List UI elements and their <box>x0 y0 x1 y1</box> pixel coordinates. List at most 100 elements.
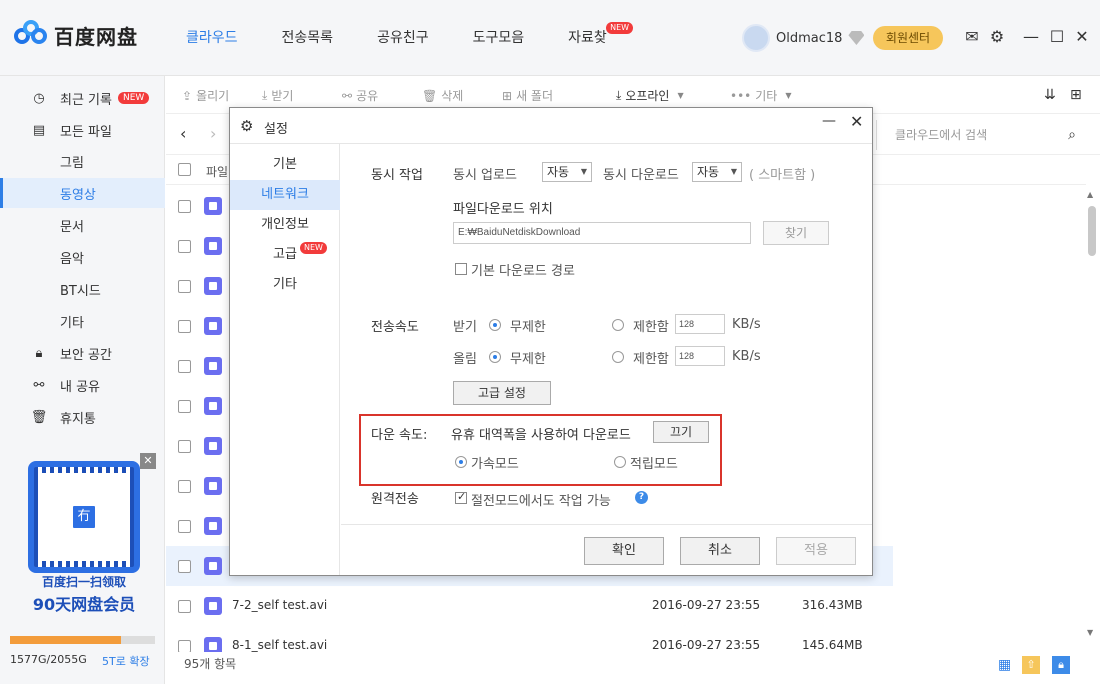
maximize-icon[interactable]: ☐ <box>1047 27 1067 46</box>
mail-icon[interactable]: ✉ <box>962 27 982 46</box>
upload-unlimited-radio[interactable] <box>489 351 501 363</box>
search-icon[interactable]: ⌕ <box>1068 120 1076 150</box>
row-checkbox[interactable] <box>178 600 191 613</box>
member-center-button[interactable]: 회원센터 <box>873 26 943 50</box>
more-button[interactable]: ••• 기타 ▼ <box>730 87 791 104</box>
apply-button[interactable]: 적용 <box>776 537 856 565</box>
video-file-icon <box>204 237 222 255</box>
row-checkbox[interactable] <box>178 640 191 652</box>
username[interactable]: Oldmac18 <box>776 31 842 46</box>
file-size: 145.64MB <box>802 638 863 652</box>
upload-button[interactable]: ⇪ 올리기 <box>182 87 229 104</box>
more-dots-icon: ••• <box>730 88 752 103</box>
table-row[interactable]: 8-1_self test.avi 2016-09-27 23:55 145.6… <box>166 626 893 652</box>
close-icon[interactable]: ✕ <box>1072 27 1092 46</box>
close-icon[interactable]: ✕ <box>850 112 863 131</box>
file-name[interactable]: 7-2_self test.avi <box>232 598 327 612</box>
sidebar-item-music[interactable]: 음악 <box>0 242 165 272</box>
select-all-checkbox[interactable] <box>178 163 191 176</box>
delete-button[interactable]: 🗑︎ 삭제 <box>422 87 463 104</box>
minimize-icon[interactable]: — <box>822 113 836 129</box>
download-path-label: 파일다운로드 위치 <box>453 202 553 217</box>
sidebar-item-all-files[interactable]: ▤ 모든 파일 <box>0 115 165 145</box>
file-name[interactable]: 8-1_self test.avi <box>232 638 327 652</box>
default-path-checkbox[interactable] <box>455 263 467 275</box>
ok-button[interactable]: 확인 <box>584 537 664 565</box>
scroll-thumb[interactable] <box>1088 206 1096 256</box>
new-badge: NEW <box>606 22 634 34</box>
top-bar: 百度网盘 클라우드 전송목록 공유친구 도구모음 자료찾 NEW Oldmac18… <box>0 0 1100 76</box>
apps-grid-icon[interactable]: ▦ <box>998 657 1011 673</box>
tab-transfers[interactable]: 전송목록 <box>282 27 334 47</box>
tab-tools[interactable]: 도구모음 <box>473 27 525 47</box>
concurrent-upload-select[interactable]: 자동 ▼ <box>542 162 592 182</box>
help-icon[interactable]: ? <box>635 491 648 504</box>
upload-limited-radio[interactable] <box>612 351 624 363</box>
default-path-label: 기본 다운로드 경로 <box>471 264 575 279</box>
receive-limited-radio[interactable] <box>612 319 624 331</box>
sidebar-item-bt-seeds[interactable]: BT시드 <box>0 274 165 304</box>
minimize-icon[interactable]: — <box>1021 27 1041 46</box>
tab-cloud[interactable]: 클라우드 <box>186 27 238 47</box>
receive-unlimited-radio[interactable] <box>489 319 501 331</box>
receive-unit: KB/s <box>732 317 761 332</box>
table-row[interactable]: 7-2_self test.avi 2016-09-27 23:55 316.4… <box>166 586 893 626</box>
settings-tab-other[interactable]: 기타 <box>230 270 340 300</box>
sidebar-item-recent[interactable]: ◷ 최근 기록 NEW <box>0 83 165 113</box>
advanced-settings-button[interactable]: 고급 설정 <box>453 381 551 405</box>
new-badge: NEW <box>117 92 150 104</box>
receive-limit-input[interactable]: 128 <box>675 314 725 334</box>
offline-label: 오프라인 <box>625 89 670 103</box>
upload-unit: KB/s <box>732 349 761 364</box>
sidebar-item-trash[interactable]: 🗑︎ 휴지통 <box>0 402 165 432</box>
sidebar-item-my-shares[interactable]: ⚯ 내 공유 <box>0 370 165 400</box>
tab-share-friends[interactable]: 공유친구 <box>377 27 429 47</box>
scroll-down-icon[interactable]: ▼ <box>1087 628 1093 637</box>
promo-qr-banner[interactable]: 冇 ✕ 百度扫一扫领取 90天网盘会员 <box>14 453 156 614</box>
forward-arrow-icon[interactable]: › <box>210 124 216 143</box>
offline-download-button[interactable]: ⤓ 오프라인 ▼ <box>616 87 684 104</box>
sidebar-item-other[interactable]: 기타 <box>0 306 165 336</box>
avatar[interactable] <box>742 24 770 52</box>
vertical-scrollbar[interactable]: ▲ ▼ <box>1084 188 1100 643</box>
lock-icon[interactable]: 🔒︎ <box>1052 656 1070 674</box>
column-name-header[interactable]: 파일 <box>206 163 228 180</box>
share-button[interactable]: ⚯ 공유 <box>342 87 378 104</box>
expand-storage-link[interactable]: 5T로 확장 <box>102 653 150 669</box>
settings-tab-advanced[interactable]: 고급 NEW <box>230 240 340 270</box>
settings-tab-basic[interactable]: 기본 <box>230 150 340 180</box>
browse-button[interactable]: 찾기 <box>763 221 829 245</box>
concurrent-download-select[interactable]: 자동 ▼ <box>692 162 742 182</box>
sidebar-item-images[interactable]: 그림 <box>0 146 165 176</box>
settings-tab-privacy[interactable]: 개인정보 <box>230 210 340 240</box>
settings-tab-network[interactable]: 네트워크 <box>230 180 340 210</box>
sidebar-item-videos[interactable]: 동영상 <box>0 178 165 208</box>
share-icon: ⚯ <box>33 377 45 393</box>
grid-view-icon[interactable]: ⊞ <box>1070 87 1082 103</box>
video-file-icon <box>204 357 222 375</box>
download-button[interactable]: ⤓ 받기 <box>262 87 293 104</box>
gear-icon[interactable]: ⚙ <box>987 27 1007 46</box>
back-arrow-icon[interactable]: ‹ <box>180 124 186 143</box>
power-save-label: 절전모드에서도 작업 가능 <box>471 494 611 509</box>
file-date: 2016-09-27 23:55 <box>652 638 761 652</box>
sidebar-item-documents[interactable]: 문서 <box>0 210 165 240</box>
cancel-button[interactable]: 취소 <box>680 537 760 565</box>
scroll-up-icon[interactable]: ▲ <box>1087 190 1093 199</box>
new-folder-button[interactable]: ⊞ 새 폴더 <box>502 87 553 104</box>
close-icon[interactable]: ✕ <box>140 453 156 469</box>
download-path-input[interactable]: E:₩BaiduNetdiskDownload <box>453 222 751 244</box>
video-file-icon <box>204 557 222 575</box>
sidebar-item-secure-space[interactable]: 🔒︎ 보안 공간 <box>0 338 165 368</box>
concurrent-download-label: 동시 다운로드 <box>603 168 679 183</box>
sort-icon[interactable]: ⇊ <box>1044 87 1056 103</box>
upload-arrow-icon[interactable]: ⇧ <box>1022 656 1040 674</box>
tab-find-resources[interactable]: 자료찾 NEW <box>568 22 634 47</box>
sidebar-item-label: 내 공유 <box>60 379 101 395</box>
promo-line-1: 百度扫一扫领取 <box>41 575 126 589</box>
upload-icon: ⇪ <box>182 88 193 103</box>
user-area[interactable]: Oldmac18 <box>742 24 865 52</box>
upload-limit-input[interactable]: 128 <box>675 346 725 366</box>
search-input[interactable]: 클라우드에서 검색 ⌕ <box>876 120 1090 150</box>
power-save-checkbox[interactable] <box>455 490 467 504</box>
